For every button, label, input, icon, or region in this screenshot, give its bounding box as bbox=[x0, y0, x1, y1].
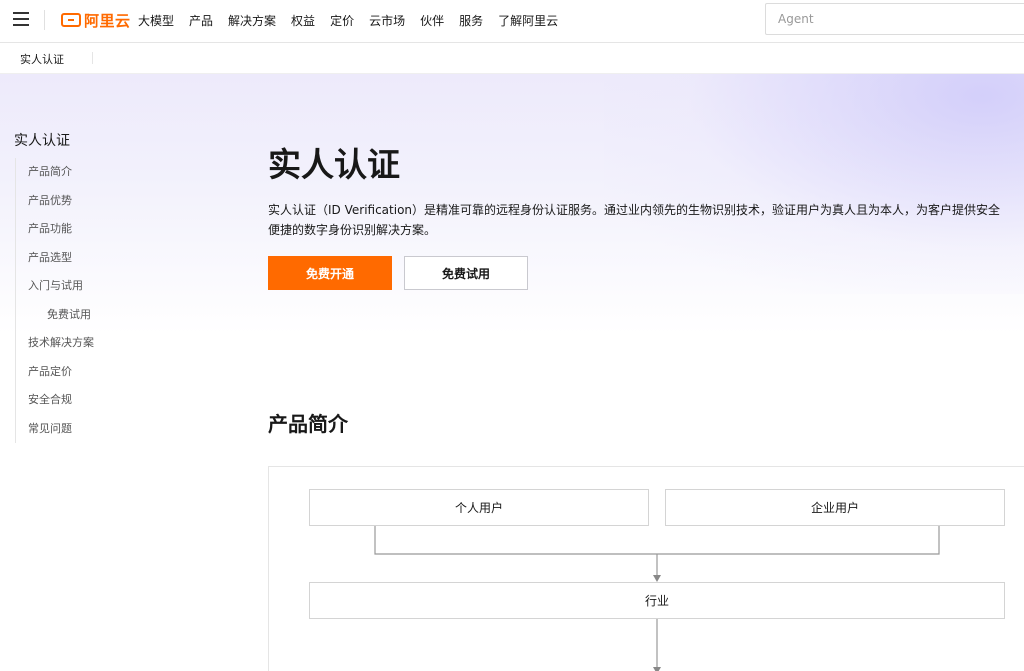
page-title: 实人认证 bbox=[268, 145, 400, 184]
sidebar-item-faq[interactable]: 常见问题 bbox=[16, 415, 214, 444]
nav-item-about[interactable]: 了解阿里云 bbox=[498, 12, 558, 29]
nav-menu: 大模型 产品 解决方案 权益 定价 云市场 伙伴 服务 了解阿里云 bbox=[138, 0, 573, 40]
aliyun-logo-icon bbox=[61, 13, 81, 27]
sidebar-item-tech-solutions[interactable]: 技术解决方案 bbox=[16, 329, 214, 358]
activate-free-button[interactable]: 免费开通 bbox=[268, 256, 392, 290]
nav-item-benefits[interactable]: 权益 bbox=[291, 12, 315, 29]
sidebar: 实人认证 产品简介 产品优势 产品功能 产品选型 入门与试用 免费试用 技术解决… bbox=[14, 130, 214, 443]
sidebar-title[interactable]: 实人认证 bbox=[14, 130, 214, 150]
product-diagram: 个人用户 企业用户 行业 bbox=[268, 466, 1024, 671]
diagram-box-enterprise: 企业用户 bbox=[665, 489, 1005, 526]
sidebar-item-getting-started[interactable]: 入门与试用 bbox=[16, 272, 214, 301]
free-trial-button[interactable]: 免费试用 bbox=[404, 256, 528, 290]
subnav-product-title[interactable]: 实人认证 bbox=[20, 51, 64, 67]
nav-item-pricing[interactable]: 定价 bbox=[330, 12, 354, 29]
diagram-box-industry: 行业 bbox=[309, 582, 1005, 619]
logo-text: 阿里云 bbox=[84, 11, 131, 30]
sidebar-item-pricing[interactable]: 产品定价 bbox=[16, 358, 214, 387]
nav-divider bbox=[44, 10, 45, 30]
nav-item-services[interactable]: 服务 bbox=[459, 12, 483, 29]
aliyun-logo[interactable]: 阿里云 bbox=[61, 10, 131, 30]
subnav-divider bbox=[92, 52, 93, 64]
nav-item-marketplace[interactable]: 云市场 bbox=[369, 12, 405, 29]
sidebar-item-free-trial[interactable]: 免费试用 bbox=[16, 301, 214, 330]
section-title-intro: 产品简介 bbox=[268, 412, 348, 436]
arrow-down-2-icon bbox=[653, 667, 661, 671]
sidebar-item-features[interactable]: 产品功能 bbox=[16, 215, 214, 244]
sidebar-list: 产品简介 产品优势 产品功能 产品选型 入门与试用 免费试用 技术解决方案 产品… bbox=[15, 158, 214, 443]
product-subnav: 实人认证 bbox=[0, 43, 1024, 74]
nav-item-solutions[interactable]: 解决方案 bbox=[228, 12, 276, 29]
product-description: 实人认证（ID Verification）是精准可靠的远程身份认证服务。通过业内… bbox=[268, 203, 1001, 237]
nav-item-partners[interactable]: 伙伴 bbox=[420, 12, 444, 29]
nav-item-products[interactable]: 产品 bbox=[189, 12, 213, 29]
merge-connector bbox=[374, 526, 940, 555]
sidebar-item-compliance[interactable]: 安全合规 bbox=[16, 386, 214, 415]
sidebar-item-selection[interactable]: 产品选型 bbox=[16, 244, 214, 273]
nav-item-models[interactable]: 大模型 bbox=[138, 12, 174, 29]
sidebar-item-intro[interactable]: 产品简介 bbox=[16, 158, 214, 187]
arrow-down-1-icon bbox=[653, 575, 661, 582]
diagram-box-personal: 个人用户 bbox=[309, 489, 649, 526]
top-navigation: 阿里云 大模型 产品 解决方案 权益 定价 云市场 伙伴 服务 了解阿里云 bbox=[0, 0, 1024, 43]
menu-icon[interactable] bbox=[13, 12, 29, 26]
search-input[interactable] bbox=[766, 4, 1024, 34]
sidebar-item-advantages[interactable]: 产品优势 bbox=[16, 187, 214, 216]
search-box bbox=[765, 3, 1024, 35]
